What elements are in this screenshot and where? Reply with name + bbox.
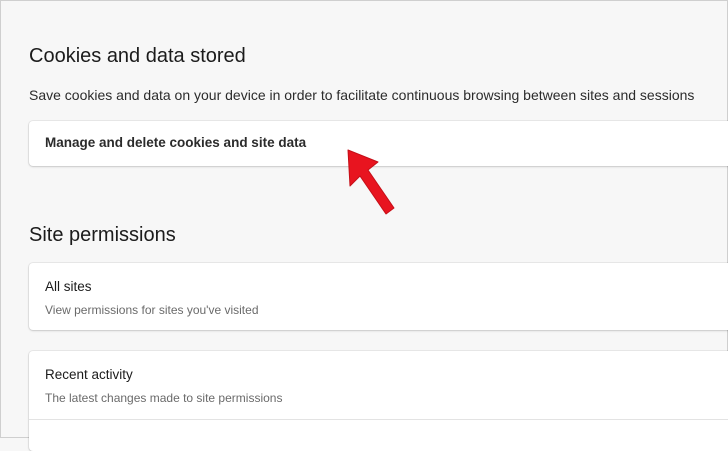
manage-cookies-label: Manage and delete cookies and site data bbox=[45, 135, 307, 150]
recent-activity-title: Recent activity bbox=[45, 367, 133, 382]
all-sites-subtitle: View permissions for sites you've visite… bbox=[45, 303, 259, 317]
recent-activity-subtitle: The latest changes made to site permissi… bbox=[45, 391, 283, 405]
all-sites-item[interactable]: All sites View permissions for sites you… bbox=[29, 263, 728, 330]
cookies-section-description: Save cookies and data on your device in … bbox=[29, 87, 695, 103]
site-permissions-title: Site permissions bbox=[29, 224, 176, 246]
all-sites-title: All sites bbox=[45, 279, 92, 294]
cookies-section-title: Cookies and data stored bbox=[29, 45, 246, 67]
red-arrow-pointer-icon bbox=[347, 149, 395, 215]
recent-activity-item[interactable]: Recent activity The latest changes made … bbox=[29, 351, 728, 419]
card-divider bbox=[29, 419, 728, 420]
recent-activity-card: Recent activity The latest changes made … bbox=[29, 351, 728, 451]
